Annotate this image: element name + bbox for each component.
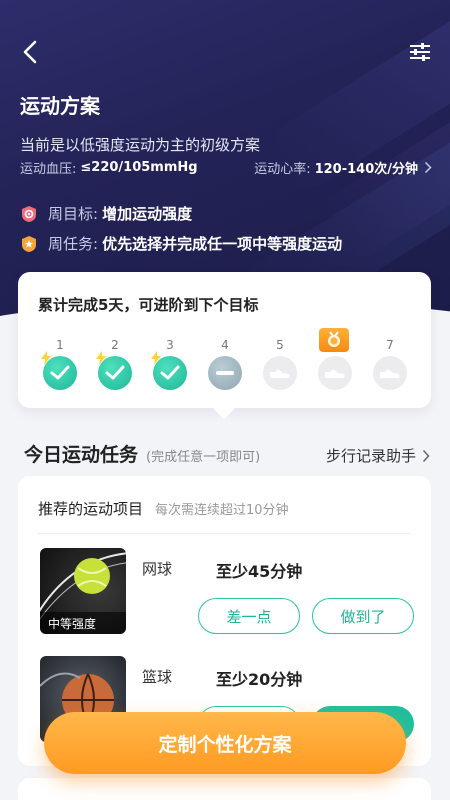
recommend-header: 推荐的运动项目 每次需连续超过10分钟 bbox=[38, 498, 411, 534]
day-number: 7 bbox=[386, 338, 394, 352]
today-header: 今日运动任务 (完成任意一项即可) 步行记录助手 bbox=[24, 440, 430, 467]
today-title: 今日运动任务 bbox=[24, 444, 139, 466]
day-2: 2 bbox=[96, 334, 133, 394]
week-goal-value: 增加运动强度 bbox=[102, 205, 193, 223]
day-number: 4 bbox=[221, 338, 229, 352]
week-task-label: 周任务: bbox=[48, 235, 99, 253]
sport-name: 网球 bbox=[142, 560, 173, 578]
walking-record-link[interactable]: 步行记录助手 bbox=[326, 445, 430, 466]
day-1: 1 bbox=[41, 334, 78, 394]
target-badge-icon bbox=[22, 205, 36, 222]
sport-item-tennis: 中等强度 网球 至少45分钟 差一点 做到了 bbox=[40, 548, 414, 644]
page-title: 运动方案 bbox=[20, 94, 100, 118]
sport-duration: 至少20分钟 bbox=[216, 670, 303, 689]
back-button[interactable] bbox=[16, 38, 44, 66]
heart-rate-label: 运动心率: bbox=[254, 162, 311, 177]
chevron-left-icon bbox=[23, 40, 37, 64]
chevron-right-icon bbox=[422, 449, 430, 462]
day-6 bbox=[317, 328, 353, 394]
check-icon bbox=[98, 356, 132, 390]
shoe-icon bbox=[318, 356, 352, 390]
week-goal-row: 周目标: 增加运动强度 bbox=[20, 203, 192, 224]
chevron-right-icon bbox=[424, 161, 432, 174]
shoe-icon bbox=[373, 356, 407, 390]
blood-pressure-value: ≤220/105mmHg bbox=[80, 160, 198, 175]
week-goal-label: 周目标: bbox=[48, 205, 99, 223]
day-4: 4 bbox=[207, 334, 243, 394]
intensity-badge: 中等强度 bbox=[40, 612, 126, 634]
day-number: 5 bbox=[276, 338, 284, 352]
day-tracker: 123 4 5 7 bbox=[41, 328, 412, 394]
walking-record-label: 步行记录助手 bbox=[325, 447, 416, 465]
tennis-image: 中等强度 bbox=[40, 548, 126, 634]
week-task-row: 周任务: 优先选择并完成任一项中等强度运动 bbox=[20, 233, 342, 254]
sport-duration: 至少45分钟 bbox=[216, 562, 303, 581]
progress-card: 累计完成5天，可进阶到下个目标 123 4 5 7 bbox=[18, 272, 431, 408]
heart-rate-link[interactable]: 运动心率: 120-140次/分钟 bbox=[254, 158, 432, 177]
settings-button[interactable] bbox=[406, 38, 434, 66]
sport-name: 篮球 bbox=[142, 668, 173, 686]
exercise-metrics: 运动血压: ≤220/105mmHg 运动心率: 120-140次/分钟 bbox=[20, 158, 432, 177]
done-button[interactable]: 做到了 bbox=[312, 598, 414, 634]
recommend-title: 推荐的运动项目 bbox=[38, 500, 144, 518]
check-icon bbox=[43, 356, 77, 390]
day-7: 7 bbox=[372, 334, 408, 394]
minus-icon bbox=[208, 356, 242, 390]
sliders-icon bbox=[410, 43, 430, 61]
star-badge-icon bbox=[22, 235, 36, 252]
next-card bbox=[18, 778, 431, 800]
recommend-subtitle: 每次需连续超过10分钟 bbox=[155, 503, 289, 518]
day-3: 3 bbox=[151, 334, 188, 394]
week-task-value: 优先选择并完成任一项中等强度运动 bbox=[102, 235, 343, 253]
shoe-icon bbox=[263, 356, 297, 390]
check-icon bbox=[153, 356, 187, 390]
customize-plan-button[interactable]: 定制个性化方案 bbox=[44, 712, 406, 774]
reward-medal-icon bbox=[319, 328, 349, 352]
day-5: 5 bbox=[262, 334, 298, 394]
almost-button[interactable]: 差一点 bbox=[198, 598, 300, 634]
blood-pressure-label: 运动血压: bbox=[20, 162, 77, 177]
today-subtitle: (完成任意一项即可) bbox=[146, 450, 261, 465]
heart-rate-value: 120-140次/分钟 bbox=[314, 162, 418, 177]
progress-title: 累计完成5天，可进阶到下个目标 bbox=[38, 296, 259, 314]
plan-description: 当前是以低强度运动为主的初级方案 bbox=[20, 136, 261, 154]
